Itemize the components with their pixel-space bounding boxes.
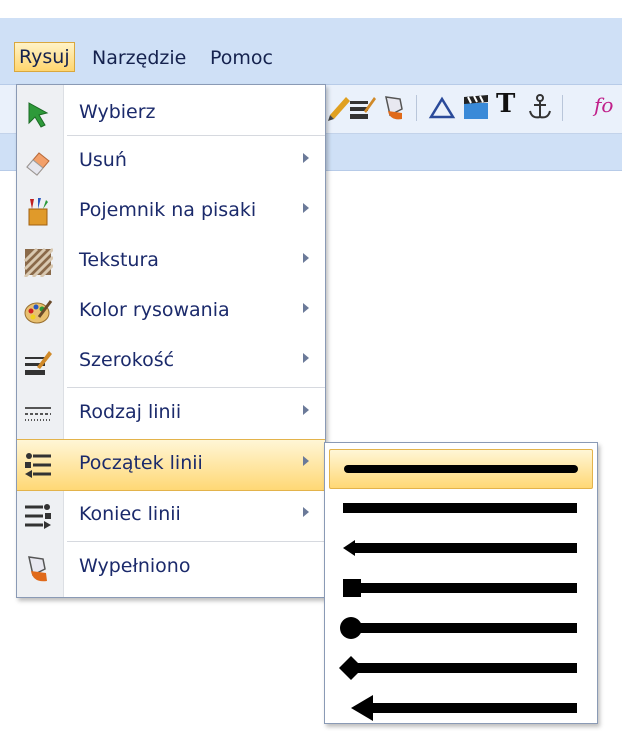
submenu-arrow-icon [303,353,309,363]
line-start-option-flat[interactable] [329,489,591,527]
line-start-option-arrow-open[interactable] [329,529,591,567]
menu-separator [67,387,325,388]
menu-item-label: Wypełniono [79,555,191,577]
line-start-option-square[interactable] [329,569,591,607]
line-start-arrow-open-icon [343,540,577,556]
line-start-circle-icon [340,617,577,639]
submenu-arrow-icon [303,203,309,213]
fill-bucket-icon [28,556,47,582]
line-start-option-arrow-filled[interactable] [329,689,591,727]
submenu-arrow-icon [303,303,309,313]
line-start-option-none[interactable] [329,449,593,489]
menu-item-label: Początek linii [79,452,203,474]
eraser-icon [26,152,50,176]
line-start-flat-icon [343,503,577,513]
line-width-tool-icon[interactable] [348,93,376,121]
text-tool-icon[interactable]: T [496,89,524,119]
menu-item-label: Kolor rysowania [79,299,230,321]
menu-item-label: Koniec linii [79,503,181,525]
line-start-square-icon [343,579,577,597]
line-start-arrow-filled-icon [351,695,577,721]
menu-separator [67,541,325,542]
line-start-diamond-icon [339,656,577,680]
line-start-option-circle[interactable] [329,609,591,647]
menu-item-wypelniono[interactable]: Wypełniono [17,543,325,593]
menu-item-label: Usuń [79,149,127,171]
color-palette-icon [24,300,53,324]
menu-separator [67,135,325,136]
menu-item-kolor-rysowania[interactable]: Kolor rysowania [17,287,325,337]
toolbar-separator [416,95,417,121]
line-style-icon [25,407,51,421]
toolbar-separator [562,95,563,121]
triangle-tool-icon[interactable] [428,93,456,121]
menu-item-poczatek-linii[interactable]: Początek linii [17,439,325,491]
line-start-icon [25,453,51,478]
menu-item-pojemnik-na-pisaki[interactable]: Pojemnik na pisaki [17,187,325,237]
submenu-arrow-icon [303,405,309,415]
line-start-none-icon [344,465,578,473]
rysuj-dropdown-menu: Wybierz Usuń Pojemnik na pisaki Tekstura [16,84,326,598]
anchor-icon[interactable] [526,93,554,121]
menu-pomoc[interactable]: Pomoc [210,44,273,72]
menu-item-tekstura[interactable]: Tekstura [17,237,325,287]
menu-item-szerokosc[interactable]: Szerokość [17,337,325,387]
line-start-option-diamond[interactable] [329,649,591,687]
submenu-arrow-icon [303,507,309,517]
menu-item-wybierz[interactable]: Wybierz [17,89,325,139]
texture-icon [23,247,53,277]
menu-item-label: Tekstura [79,249,159,271]
window-top-strip [0,0,622,18]
menu-bar: Rysuj Narzędzie Pomoc [0,18,622,85]
fill-tool-icon[interactable] [380,93,408,121]
menu-item-rodzaj-linii[interactable]: Rodzaj linii [17,389,325,439]
menu-item-koniec-linii[interactable]: Koniec linii [17,491,325,541]
formula-tool-icon[interactable]: fo [594,93,622,121]
line-end-icon [25,504,51,529]
line-start-submenu [324,442,598,724]
line-width-icon [25,351,52,375]
submenu-arrow-icon [303,153,309,163]
menu-narzedzie[interactable]: Narzędzie [92,44,186,72]
menu-item-usun[interactable]: Usuń [17,137,325,187]
submenu-arrow-icon [303,456,309,466]
menu-item-label: Pojemnik na pisaki [79,199,257,221]
menu-rysuj[interactable]: Rysuj [14,42,75,72]
submenu-arrow-icon [303,253,309,263]
menu-item-label: Rodzaj linii [79,401,182,423]
clapperboard-icon[interactable] [462,93,490,121]
pen-holder-icon [28,198,48,226]
cursor-arrow-icon [28,102,49,128]
menu-item-label: Szerokość [79,349,175,371]
menu-item-label: Wybierz [79,101,156,123]
